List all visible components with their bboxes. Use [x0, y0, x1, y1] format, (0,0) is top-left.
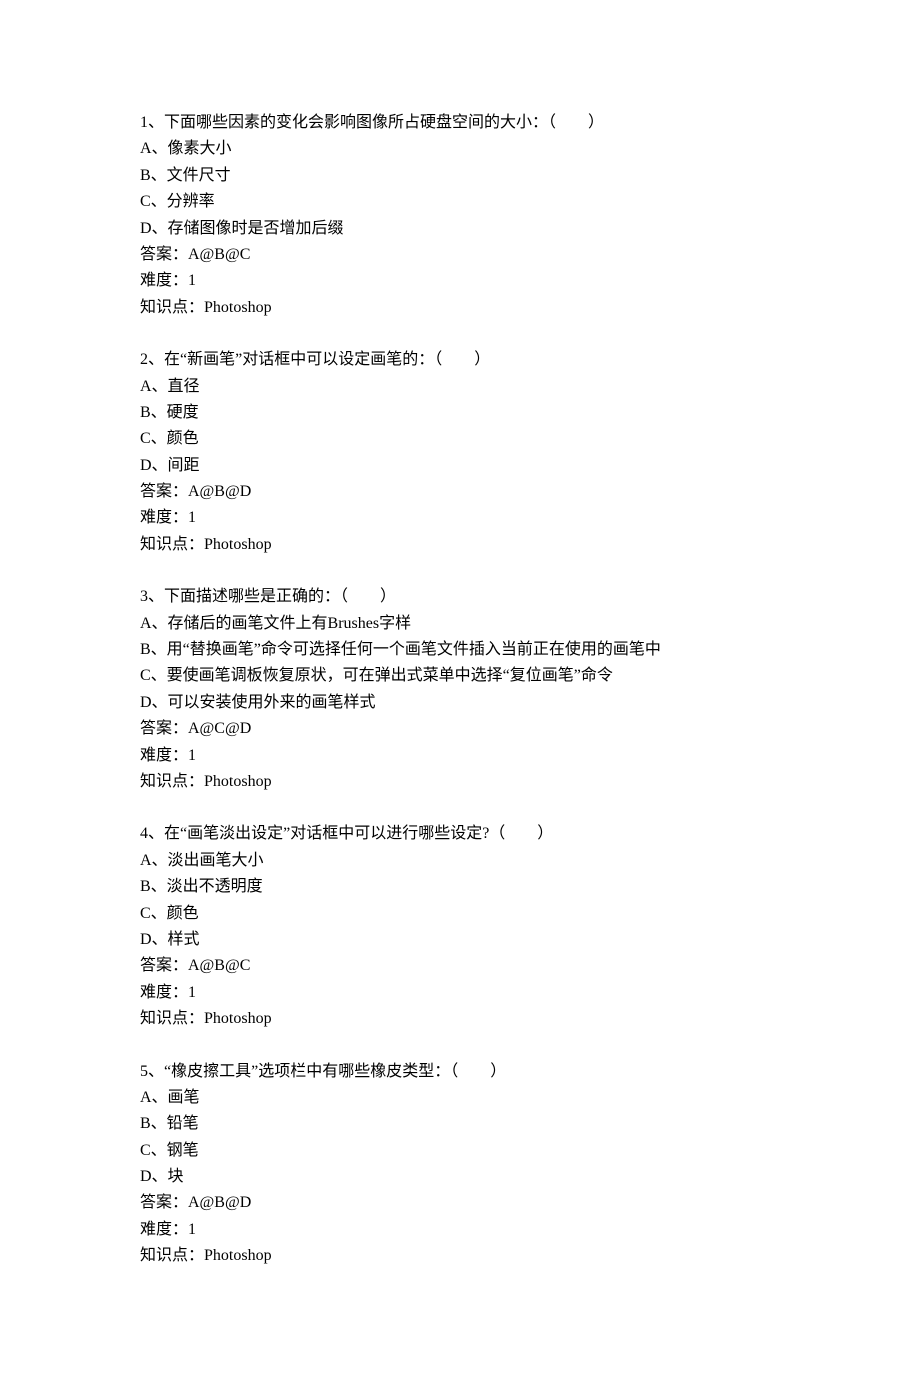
question-option: D、块: [140, 1164, 780, 1190]
question-option: D、间距: [140, 453, 780, 479]
question-difficulty: 难度：1: [140, 1217, 780, 1243]
question-option: B、铅笔: [140, 1111, 780, 1137]
question-stem: 5、“橡皮擦工具”选项栏中有哪些橡皮类型：（ ）: [140, 1059, 780, 1085]
question-answer: 答案：A@B@D: [140, 479, 780, 505]
question-answer: 答案：A@B@D: [140, 1190, 780, 1216]
question-option: D、存储图像时是否增加后缀: [140, 216, 780, 242]
question-difficulty: 难度：1: [140, 980, 780, 1006]
question-knowledge: 知识点：Photoshop: [140, 769, 780, 795]
question-block: 2、在“新画笔”对话框中可以设定画笔的：（ ） A、直径 B、硬度 C、颜色 D…: [140, 347, 780, 558]
question-block: 1、下面哪些因素的变化会影响图像所占硬盘空间的大小：（ ） A、像素大小 B、文…: [140, 110, 780, 321]
question-option: A、淡出画笔大小: [140, 848, 780, 874]
question-option: A、画笔: [140, 1085, 780, 1111]
question-stem: 4、在“画笔淡出设定”对话框中可以进行哪些设定?（ ）: [140, 821, 780, 847]
question-option: B、淡出不透明度: [140, 874, 780, 900]
question-option: C、颜色: [140, 901, 780, 927]
question-knowledge: 知识点：Photoshop: [140, 532, 780, 558]
question-option: D、样式: [140, 927, 780, 953]
question-difficulty: 难度：1: [140, 505, 780, 531]
question-option: A、存储后的画笔文件上有Brushes字样: [140, 611, 780, 637]
question-block: 5、“橡皮擦工具”选项栏中有哪些橡皮类型：（ ） A、画笔 B、铅笔 C、钢笔 …: [140, 1059, 780, 1270]
question-option: C、要使画笔调板恢复原状，可在弹出式菜单中选择“复位画笔”命令: [140, 663, 780, 689]
question-option: B、硬度: [140, 400, 780, 426]
question-knowledge: 知识点：Photoshop: [140, 295, 780, 321]
question-option: C、分辨率: [140, 189, 780, 215]
question-answer: 答案：A@B@C: [140, 953, 780, 979]
question-stem: 3、下面描述哪些是正确的：（ ）: [140, 584, 780, 610]
question-option: D、可以安装使用外来的画笔样式: [140, 690, 780, 716]
question-knowledge: 知识点：Photoshop: [140, 1243, 780, 1269]
question-option: A、像素大小: [140, 136, 780, 162]
question-knowledge: 知识点：Photoshop: [140, 1006, 780, 1032]
question-block: 3、下面描述哪些是正确的：（ ） A、存储后的画笔文件上有Brushes字样 B…: [140, 584, 780, 795]
question-answer: 答案：A@C@D: [140, 716, 780, 742]
question-option: B、文件尺寸: [140, 163, 780, 189]
document-page: 1、下面哪些因素的变化会影响图像所占硬盘空间的大小：（ ） A、像素大小 B、文…: [0, 0, 920, 1376]
question-difficulty: 难度：1: [140, 268, 780, 294]
question-option: C、颜色: [140, 426, 780, 452]
question-option: C、钢笔: [140, 1138, 780, 1164]
question-block: 4、在“画笔淡出设定”对话框中可以进行哪些设定?（ ） A、淡出画笔大小 B、淡…: [140, 821, 780, 1032]
question-stem: 1、下面哪些因素的变化会影响图像所占硬盘空间的大小：（ ）: [140, 110, 780, 136]
question-option: B、用“替换画笔”命令可选择任何一个画笔文件插入当前正在使用的画笔中: [140, 637, 780, 663]
question-option: A、直径: [140, 374, 780, 400]
question-stem: 2、在“新画笔”对话框中可以设定画笔的：（ ）: [140, 347, 780, 373]
question-answer: 答案：A@B@C: [140, 242, 780, 268]
question-difficulty: 难度：1: [140, 743, 780, 769]
